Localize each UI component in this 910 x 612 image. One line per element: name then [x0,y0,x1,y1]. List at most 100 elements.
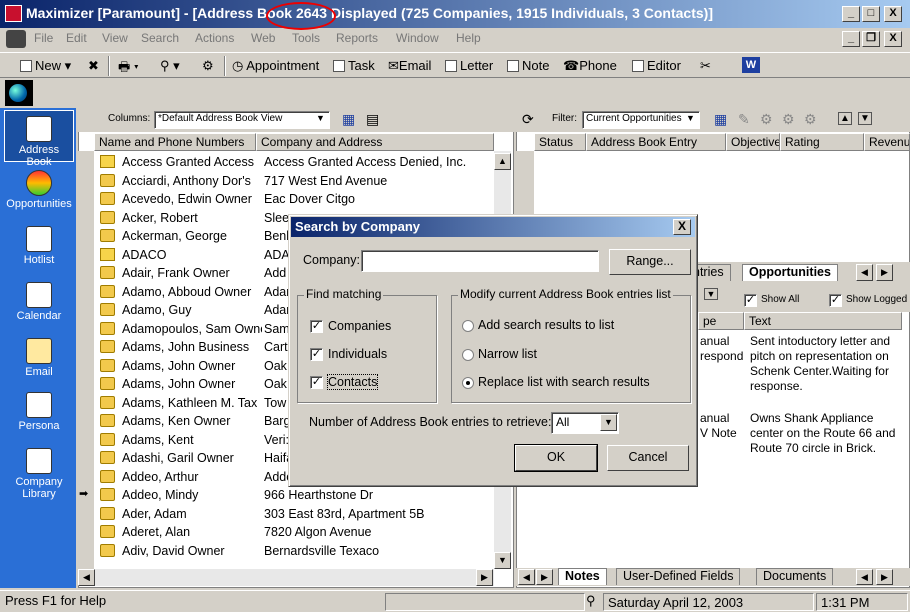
columns-select[interactable]: *Default Address Book View [154,111,330,129]
mdi-close-button[interactable]: X [884,31,902,47]
chevron-down-icon[interactable]: ▼ [686,113,695,123]
sidebar-item-address-book[interactable]: Address Book [4,110,74,168]
gear-icon[interactable]: ⚙ [782,111,795,128]
mdi-minimize-button[interactable]: _ [842,31,860,47]
scroll-right-button[interactable]: ▶ [476,569,493,586]
ok-button[interactable]: OK [514,444,598,472]
tab-opportunities[interactable]: Opportunities [742,264,838,281]
narrow-list-radio[interactable] [462,349,474,361]
column-header-objective[interactable]: Objective [726,133,780,151]
move-up-icon[interactable]: ▲ [838,112,852,125]
column-header-text[interactable]: Text [744,312,902,330]
company-input[interactable] [361,250,599,272]
contacts-checkbox[interactable]: ✓ [310,376,323,389]
tab-scroll-left-button[interactable]: ◀ [856,264,873,281]
delete-icon[interactable]: ✖ [88,58,99,74]
phone-button[interactable]: ☎Phone [563,58,617,74]
table-row[interactable]: Acciardi, Anthony Dor's 717 West End Aven… [96,172,492,190]
note-button[interactable]: Note [507,58,549,73]
tab-scroll-right-button[interactable]: ▶ [876,264,893,281]
tab-notes[interactable]: Notes [558,568,607,585]
sidebar-item-calendar[interactable]: Calendar [4,282,74,322]
dialog-close-button[interactable]: X [673,219,691,235]
show-logged-checkbox[interactable]: ✓ [829,294,842,307]
individuals-checkbox[interactable]: ✓ [310,348,323,361]
table-row[interactable]: Adiv, David Owner Bernardsville Texaco [96,542,492,560]
menu-search[interactable]: Search [141,31,179,45]
menu-reports[interactable]: Reports [336,31,378,45]
menu-edit[interactable]: Edit [66,31,87,45]
table-row[interactable]: Addeo, Mindy 966 Hearthstone Dr [96,486,492,504]
word-icon[interactable]: W [742,57,760,73]
sidebar-item-persona[interactable]: Persona [4,392,74,432]
show-all-checkbox[interactable]: ✓ [744,294,757,307]
chevron-down-icon[interactable]: ▼ [600,414,617,431]
editor-button[interactable]: Editor [632,58,681,73]
companies-checkbox[interactable]: ✓ [310,320,323,333]
maximize-button[interactable]: □ [862,6,880,22]
menu-window[interactable]: Window [396,31,439,45]
sidebar-item-hotlist[interactable]: Hotlist [4,226,74,266]
filter-icon[interactable]: ⚙ [202,58,214,74]
close-button[interactable]: X [884,6,902,22]
chevron-down-icon[interactable]: ▼ [316,113,325,123]
tab-scroll-left-button[interactable]: ◀ [518,569,535,585]
horizontal-scrollbar[interactable]: ◀ ▶ [78,569,494,586]
replace-list-radio[interactable] [462,377,474,389]
menu-actions[interactable]: Actions [195,31,234,45]
table-row[interactable]: Aderet, Alan 7820 Algon Avenue [96,523,492,541]
columns-icon[interactable]: ▦ [714,111,727,128]
edit-icon[interactable]: ✎ [738,111,750,128]
task-button[interactable]: Task [333,58,375,73]
table-row[interactable]: Ader, Adam 303 East 83rd, Apartment 5B [96,505,492,523]
cancel-button[interactable]: Cancel [607,445,689,471]
new-button[interactable]: New ▾ [20,58,71,74]
column-header-status[interactable]: Status [534,133,586,151]
menu-file[interactable]: File [34,31,53,45]
save-view-icon[interactable]: ▤ [366,111,379,128]
column-header-entry[interactable]: Address Book Entry [586,133,726,151]
globe-icon[interactable] [5,80,33,106]
menu-web[interactable]: Web [251,31,275,45]
range-button[interactable]: Range... [609,249,691,275]
minimize-button[interactable]: _ [842,6,860,22]
chevron-down-icon[interactable]: ▼ [704,288,718,300]
menu-tools[interactable]: Tools [292,31,320,45]
filter-select[interactable]: Current Opportunities [582,111,700,129]
column-header-type[interactable]: pe [698,312,744,330]
tab-scroll-right-button[interactable]: ▶ [876,569,893,585]
email-button[interactable]: ✉Email [388,58,431,74]
gear-icon[interactable]: ⚙ [804,111,817,128]
row-company: Tow [264,395,287,410]
print-icon[interactable]: 🖶 ▾ [118,58,139,80]
add-results-radio[interactable] [462,320,474,332]
sidebar-item-opportunities[interactable]: Opportunities [4,170,74,210]
columns-icon[interactable]: ▦ [342,111,355,128]
column-header-name[interactable]: Name and Phone Numbers [94,133,256,151]
binoculars-icon[interactable]: ⚲ ▾ [160,58,180,74]
move-down-icon[interactable]: ▼ [858,112,872,125]
refresh-icon[interactable]: ⟳ [522,111,534,128]
gear-icon[interactable]: ⚙ [760,111,773,128]
mdi-restore-button[interactable]: ❐ [862,31,880,47]
column-header-company[interactable]: Company and Address [256,133,494,151]
table-row[interactable]: Access Granted Access Access Granted Acce… [96,153,492,171]
menu-help[interactable]: Help [456,31,481,45]
column-header-rating[interactable]: Rating [780,133,864,151]
letter-button[interactable]: Letter [445,58,493,73]
tab-documents[interactable]: Documents [756,568,834,585]
scroll-up-button[interactable]: ▲ [494,153,511,170]
tab-user-defined-fields[interactable]: User-Defined Fields [616,568,741,585]
table-row[interactable]: Acevedo, Edwin Owner Eac Dover Citgo [96,190,492,208]
entries-count-label: Number of Address Book entries to retrie… [309,415,552,429]
column-header-revenue[interactable]: Revenue [864,133,910,151]
scroll-down-button[interactable]: ▼ [494,552,511,569]
scroll-left-button[interactable]: ◀ [78,569,95,586]
menu-view[interactable]: View [102,31,128,45]
tab-scroll-left-button[interactable]: ◀ [856,569,873,585]
sidebar-item-company-library[interactable]: Company Library [4,448,74,500]
tab-scroll-right-button[interactable]: ▶ [536,569,553,585]
sidebar-item-email[interactable]: Email [4,338,74,378]
tool-icon[interactable]: ✂ [700,58,711,74]
appointment-button[interactable]: ◷ Appointment [232,58,319,74]
